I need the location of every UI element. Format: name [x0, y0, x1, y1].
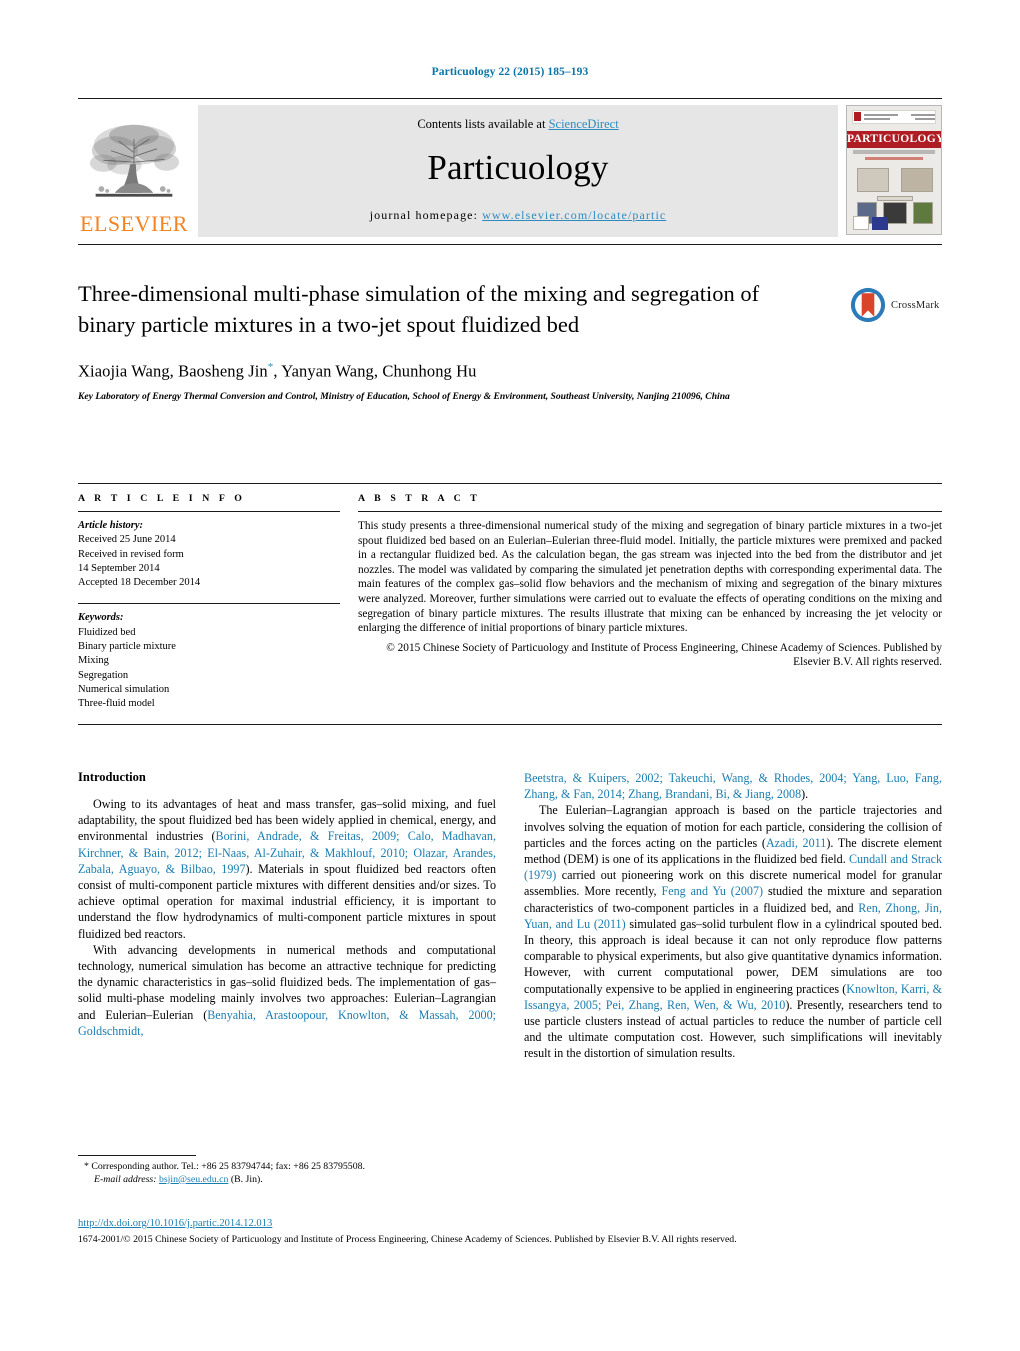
keyword-item: Mixing — [78, 655, 109, 667]
paragraph-2: With advancing developments in numerical… — [78, 942, 496, 1039]
footer-copyright: 1674-2001/© 2015 Chinese Society of Part… — [78, 1234, 737, 1245]
article-history: Article history: Received 25 June 2014 R… — [78, 519, 340, 590]
abstract-rule — [358, 511, 942, 512]
keyword-item: Three-fluid model — [78, 698, 155, 710]
contents-available-line: Contents lists available at ScienceDirec… — [417, 117, 618, 132]
abstract-copyright: © 2015 Chinese Society of Particuology a… — [386, 641, 942, 669]
citation-feng-yu[interactable]: Feng and Yu (2007) — [661, 884, 763, 898]
article-info-column: A R T I C L E I N F O Article history: R… — [78, 493, 340, 712]
keywords-rule — [78, 603, 340, 605]
crossmark-label: CrossMark — [891, 299, 940, 311]
doi-link[interactable]: http://dx.doi.org/10.1016/j.partic.2014.… — [78, 1218, 272, 1229]
keyword-item: Fluidized bed — [78, 626, 136, 638]
contents-prefix: Contents lists available at — [417, 117, 549, 131]
email-address-label: E-mail address: — [94, 1173, 157, 1185]
info-abstract-block: A R T I C L E I N F O Article history: R… — [78, 483, 942, 725]
keyword-item: Segregation — [78, 669, 129, 681]
history-item: Received in revised form — [78, 548, 184, 560]
footnote-text: * Corresponding author. Tel.: +86 25 837… — [78, 1161, 496, 1187]
article-info-rule — [78, 511, 340, 512]
masthead-top-rule — [78, 98, 942, 99]
page-title: Three-dimensional multi-phase simulation… — [78, 281, 760, 337]
article-info-heading: A R T I C L E I N F O — [78, 493, 246, 504]
paragraph-1: Owing to its advantages of heat and mass… — [78, 796, 496, 942]
page-footer: http://dx.doi.org/10.1016/j.partic.2014.… — [78, 1213, 942, 1245]
body-column-left: Introduction Owing to its advantages of … — [78, 770, 496, 1062]
author-list: Xiaojia Wang, Baosheng Jin*, Yanyan Wang… — [78, 361, 942, 382]
citation-group-2-part2[interactable]: Beetstra, & Kuipers, 2002; Takeuchi, Wan… — [524, 771, 942, 801]
section-heading-introduction: Introduction — [78, 770, 146, 784]
footnote-marker: * — [84, 1161, 89, 1172]
abstract-text: This study presents a three-dimensional … — [358, 520, 942, 635]
cover-journal-name: PARTICUOLOGY — [847, 133, 942, 145]
masthead-bottom-rule — [78, 244, 942, 245]
footnote-rule — [78, 1155, 196, 1156]
history-item: 14 September 2014 — [78, 562, 160, 574]
info-top-rule — [78, 483, 942, 484]
authors-head: Xiaojia Wang, Baosheng Jin — [78, 361, 268, 381]
abstract-heading: A B S T R A C T — [358, 493, 481, 504]
crossmark-badge[interactable]: CrossMark — [850, 282, 942, 328]
affiliation: Key Laboratory of Energy Thermal Convers… — [78, 390, 730, 402]
elsevier-tree-icon — [89, 124, 180, 197]
homepage-url-link[interactable]: www.elsevier.com/locate/partic — [482, 208, 666, 222]
history-item: Accepted 18 December 2014 — [78, 577, 201, 589]
keyword-item: Numerical simulation — [78, 683, 170, 695]
info-bottom-rule — [78, 723, 942, 725]
running-head: Particuology 22 (2015) 185–193 — [431, 66, 589, 78]
abstract-column: A B S T R A C T This study presents a th… — [358, 493, 942, 712]
masthead-center: Contents lists available at ScienceDirec… — [198, 105, 838, 237]
keyword-item: Binary particle mixture — [78, 641, 176, 653]
sciencedirect-link[interactable]: ScienceDirect — [549, 117, 619, 131]
journal-cover-thumbnail: PARTICUOLOGY — [846, 105, 942, 235]
crossmark-icon — [850, 287, 886, 323]
authors-tail: , Yanyan Wang, Chunhong Hu — [273, 361, 477, 381]
corresponding-author-footnote: * Corresponding author. Tel.: +86 25 837… — [78, 1155, 496, 1187]
elsevier-wordmark: ELSEVIER — [80, 211, 188, 236]
footnote-corresponding: Corresponding author. Tel.: +86 25 83794… — [91, 1161, 365, 1172]
article-history-label: Article history: — [78, 520, 144, 531]
homepage-label: journal homepage: — [369, 208, 479, 222]
keywords-label: Keywords: — [78, 612, 124, 624]
paragraph-2-continued: Beetstra, & Kuipers, 2002; Takeuchi, Wan… — [524, 770, 942, 802]
email-owner: (B. Jin). — [230, 1173, 263, 1185]
body-columns: Introduction Owing to its advantages of … — [78, 770, 942, 1062]
journal-homepage-line: journal homepage: www.elsevier.com/locat… — [370, 208, 667, 223]
elsevier-logo: ELSEVIER — [78, 105, 190, 237]
email-link[interactable]: bsjin@seu.edu.cn — [159, 1174, 228, 1185]
body-column-right: Beetstra, & Kuipers, 2002; Takeuchi, Wan… — [524, 770, 942, 1062]
journal-title: Particuology — [427, 148, 609, 187]
title-block: Three-dimensional multi-phase simulation… — [78, 278, 942, 403]
journal-masthead: ELSEVIER Contents lists available at Sci… — [78, 98, 942, 245]
paragraph-3: The Eulerian–Lagrangian approach is base… — [524, 802, 942, 1061]
p2-tail: ). — [801, 787, 809, 802]
citation-azadi[interactable]: Azadi, 2011 — [766, 836, 826, 850]
history-item: Received 25 June 2014 — [78, 534, 176, 546]
paper-page: Particuology 22 (2015) 185–193 ELSEVIER … — [0, 0, 1020, 1351]
keywords-list: Keywords: Fluidized bed Binary particle … — [78, 611, 340, 711]
